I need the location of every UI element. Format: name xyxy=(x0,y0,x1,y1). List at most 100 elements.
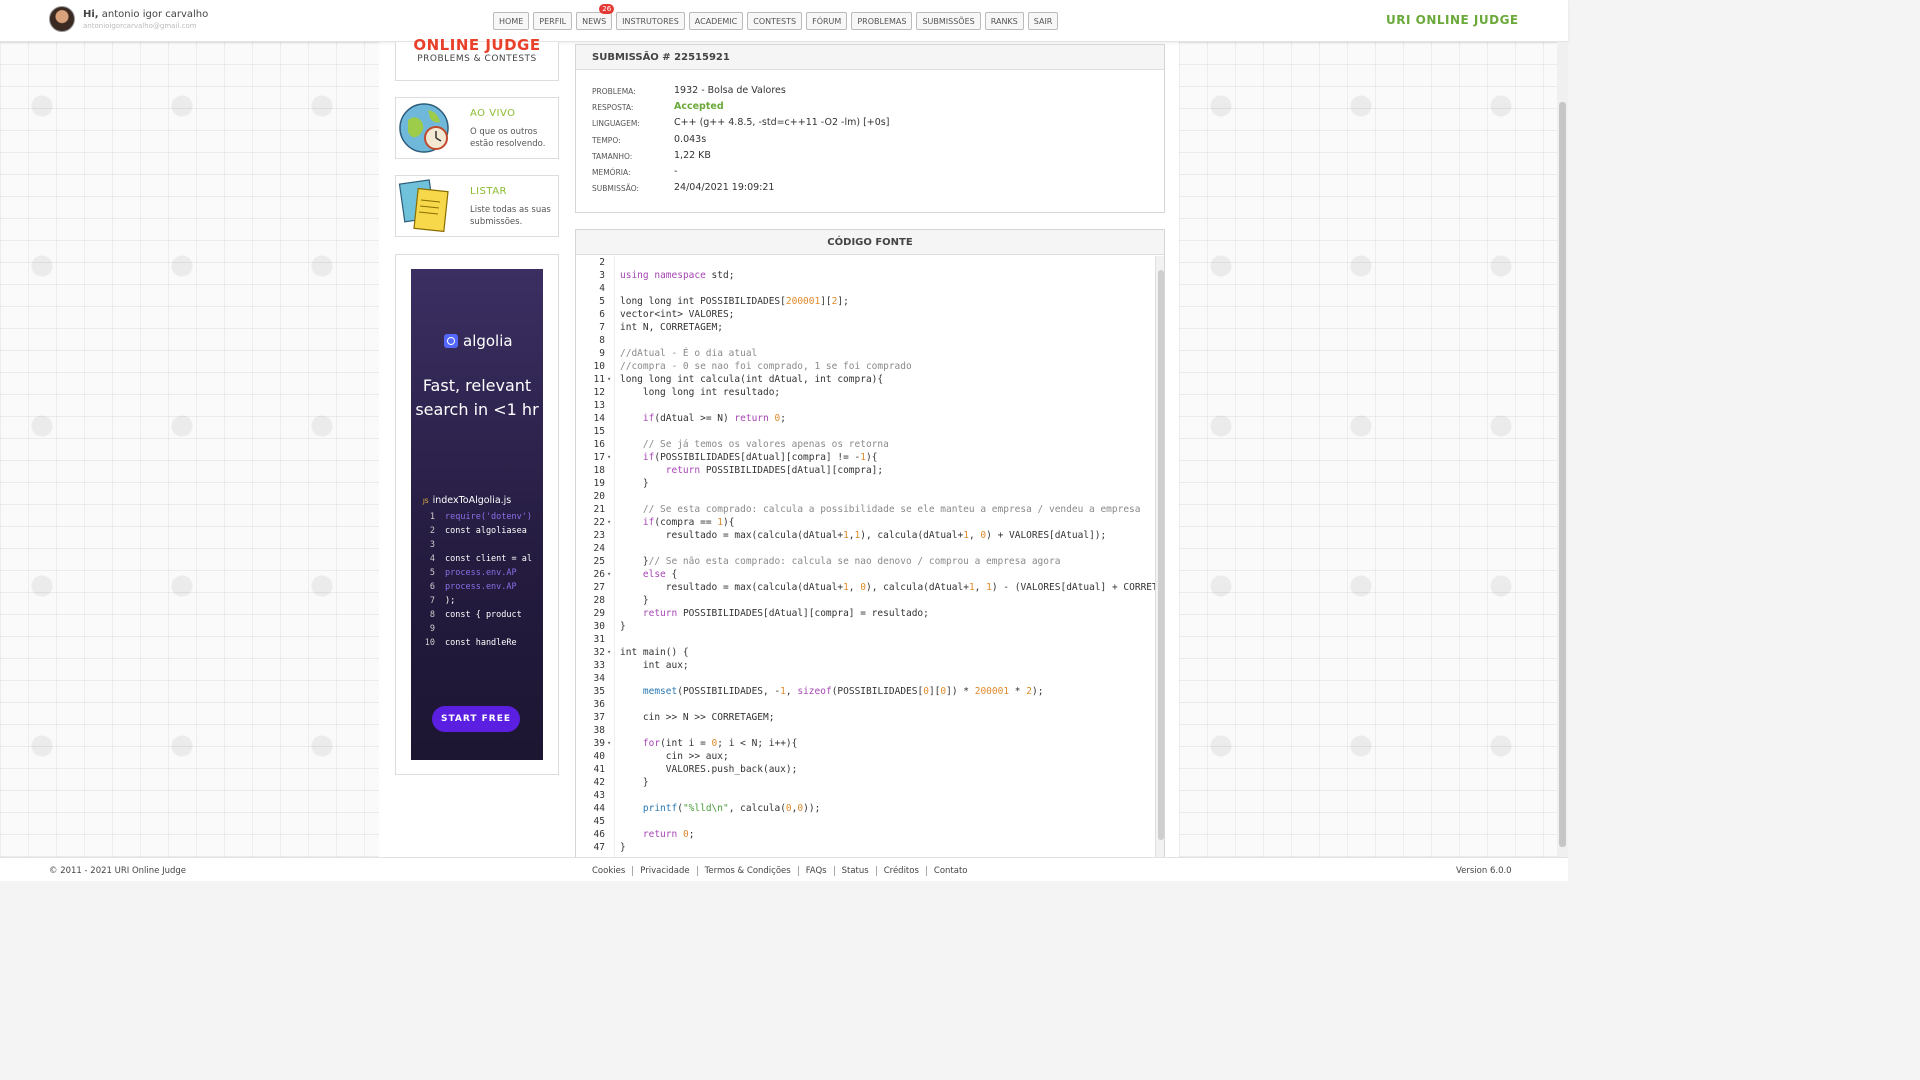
ad-container: algolia Fast, relevant search in <1 hr J… xyxy=(395,254,559,775)
footer-link-status[interactable]: Status xyxy=(835,866,877,876)
nav-perfil-button[interactable]: PERFIL xyxy=(533,12,573,30)
code-line: 15 xyxy=(576,425,1155,438)
user-greeting: Hi, antonio igor carvalho xyxy=(83,9,208,20)
ad-code-line: 1 require('dotenv') xyxy=(429,512,532,522)
js-file-icon: JS xyxy=(423,498,429,505)
background-pattern-right xyxy=(1179,42,1557,857)
user-email: antonioigorcarvalho@gmail.com xyxy=(83,22,197,30)
nav-instrutores-button[interactable]: INSTRUTORES xyxy=(616,12,685,30)
code-line: 5 long long int POSSIBILIDADES[200001][2]… xyxy=(576,295,1155,308)
code-scroll-thumb[interactable] xyxy=(1158,270,1164,840)
line-number: 35 xyxy=(593,686,605,697)
code-line: 2 xyxy=(576,256,1155,269)
nav-forum-button[interactable]: FÓRUM xyxy=(806,12,848,30)
footer-link-cookies[interactable]: Cookies xyxy=(592,866,634,876)
code-editor[interactable]: 2 3 using namespace std; 4 5 long long int PO… xyxy=(576,256,1164,858)
fold-toggle-icon[interactable]: ▾ xyxy=(607,737,611,750)
code-line: 37 cin >> N >> CORRETAGEM; xyxy=(576,711,1155,724)
code-line: 11 ▾ long long int calcula(int dAtual, int… xyxy=(576,373,1155,386)
code-scrollbar[interactable] xyxy=(1155,256,1164,858)
page-footer: © 2011 - 2021 URI Online Judge Cookies P… xyxy=(0,857,1568,881)
fold-toggle-icon[interactable]: ▾ xyxy=(607,646,611,659)
code-text: //compra - 0 se nao foi comprado, 1 se f… xyxy=(620,361,912,372)
nav-news-button[interactable]: NEWS 26 xyxy=(576,4,615,30)
algolia-ad[interactable]: algolia Fast, relevant search in <1 hr J… xyxy=(411,269,543,760)
line-number: 40 xyxy=(593,751,605,762)
line-number: 20 xyxy=(593,491,605,502)
line-number: 36 xyxy=(593,699,605,710)
line-number: 25 xyxy=(593,556,605,567)
top-navbar: Hi, antonio igor carvalho antonioigorcar… xyxy=(0,0,1568,42)
line-number: 38 xyxy=(593,725,605,736)
list-card[interactable]: LISTAR Liste todas as suas submissões. xyxy=(395,175,559,237)
code-text: cin >> N >> CORRETAGEM; xyxy=(620,712,775,723)
info-row-problema: PROBLEMA: 1932 - Bolsa de Valores xyxy=(592,85,786,96)
nav-sair-button[interactable]: SAIR xyxy=(1027,12,1059,30)
background-pattern-left xyxy=(0,42,379,857)
nav-contests-button[interactable]: CONTESTS xyxy=(747,12,803,30)
footer-link-creditos[interactable]: Créditos xyxy=(877,866,927,876)
footer-link-contato[interactable]: Contato xyxy=(927,866,975,876)
code-line: 31 xyxy=(576,633,1155,646)
code-line: 29 return POSSIBILIDADES[dAtual][compra]… xyxy=(576,607,1155,620)
line-number: 33 xyxy=(593,660,605,671)
user-name: antonio igor carvalho xyxy=(101,9,209,20)
ad-headline: Fast, relevant search in <1 hr xyxy=(415,376,539,419)
code-line: 3 using namespace std; xyxy=(576,269,1155,282)
line-number: 18 xyxy=(593,465,605,476)
code-line: 27 resultado = max(calcula(dAtual+1, 0),… xyxy=(576,581,1164,594)
code-text: long long int calcula(int dAtual, int co… xyxy=(620,374,884,385)
info-row-linguagem: LINGUAGEM: C++ (g++ 4.8.5, -std=c++11 -O2… xyxy=(592,117,890,128)
nav-submissoes-button[interactable]: SUBMISSÕES xyxy=(916,12,981,30)
code-line: 19 } xyxy=(576,477,1155,490)
user-avatar[interactable] xyxy=(49,6,75,32)
line-number: 47 xyxy=(593,842,605,853)
problem-link[interactable]: 1932 - Bolsa de Valores xyxy=(674,85,786,96)
line-number: 4 xyxy=(599,283,605,294)
code-text: resultado = max(calcula(dAtual+1, 0), ca… xyxy=(620,582,1164,593)
footer-link-privacidade[interactable]: Privacidade xyxy=(633,866,698,876)
line-number: 46 xyxy=(593,829,605,840)
page-scrollbar[interactable] xyxy=(1557,42,1568,857)
line-number: 14 xyxy=(593,413,605,424)
source-code-title: CÓDIGO FONTE xyxy=(576,230,1164,255)
page-scroll-thumb[interactable] xyxy=(1559,102,1566,847)
code-text: int N, CORRETAGEM; xyxy=(620,322,723,333)
site-brand[interactable]: URI ONLINE JUDGE xyxy=(1386,13,1519,27)
code-line: 25 }// Se não esta comprado: calcula se … xyxy=(576,555,1155,568)
code-line: 18 return POSSIBILIDADES[dAtual][compra]… xyxy=(576,464,1155,477)
source-code-panel: CÓDIGO FONTE 2 3 using namespace std; 4 5 lon… xyxy=(575,229,1165,859)
ad-code-line: 4 const client = al xyxy=(429,554,532,564)
ad-code-snippet: JS indexToAlgolia.js 1 require('dotenv') 2… xyxy=(423,495,543,652)
line-number: 13 xyxy=(593,400,605,411)
footer-version: Version 6.0.0 xyxy=(1456,866,1512,876)
ad-file-tab: JS indexToAlgolia.js xyxy=(423,495,512,506)
code-line: 35 memset(POSSIBILIDADES, -1, sizeof(POS… xyxy=(576,685,1155,698)
nav-home-button[interactable]: HOME xyxy=(493,12,530,30)
fold-toggle-icon[interactable]: ▾ xyxy=(607,451,611,464)
ad-start-free-button[interactable]: START FREE xyxy=(432,706,520,732)
fold-toggle-icon[interactable]: ▾ xyxy=(607,568,611,581)
code-text: }// Se não esta comprado: calcula se nao… xyxy=(620,556,1061,567)
info-row-memoria: MEMÓRIA: - xyxy=(592,166,678,177)
fold-toggle-icon[interactable]: ▾ xyxy=(607,516,611,529)
ad-code-line: 8 const { product xyxy=(429,610,522,620)
nav-academic-button[interactable]: ACADEMIC xyxy=(688,12,744,30)
line-number: 31 xyxy=(593,634,605,645)
nav-ranks-button[interactable]: RANKS xyxy=(984,12,1024,30)
live-card[interactable]: AO VIVO O que os outros estão resolvendo… xyxy=(395,97,559,159)
code-line: 14 if(dAtual >= N) return 0; xyxy=(576,412,1155,425)
footer-link-faqs[interactable]: FAQs xyxy=(799,866,835,876)
line-number: 32 xyxy=(593,647,605,658)
code-text: if(compra == 1){ xyxy=(642,517,735,528)
footer-link-termos[interactable]: Termos & Condições xyxy=(698,866,799,876)
site-logo[interactable]: ONLINE JUDGE PROBLEMS & CONTESTS xyxy=(395,36,559,81)
ad-code-line: 7); xyxy=(429,596,456,606)
fold-toggle-icon[interactable]: ▾ xyxy=(607,373,611,386)
code-line: 16 // Se já temos os valores apenas os r… xyxy=(576,438,1155,451)
nav-problemas-button[interactable]: PROBLEMAS xyxy=(851,12,913,30)
footer-links: Cookies Privacidade Termos & Condições F… xyxy=(592,866,975,876)
code-line: 12 long long int resultado; xyxy=(576,386,1155,399)
info-row-tempo: TEMPO: 0.043s xyxy=(592,134,707,145)
code-line: 34 xyxy=(576,672,1155,685)
